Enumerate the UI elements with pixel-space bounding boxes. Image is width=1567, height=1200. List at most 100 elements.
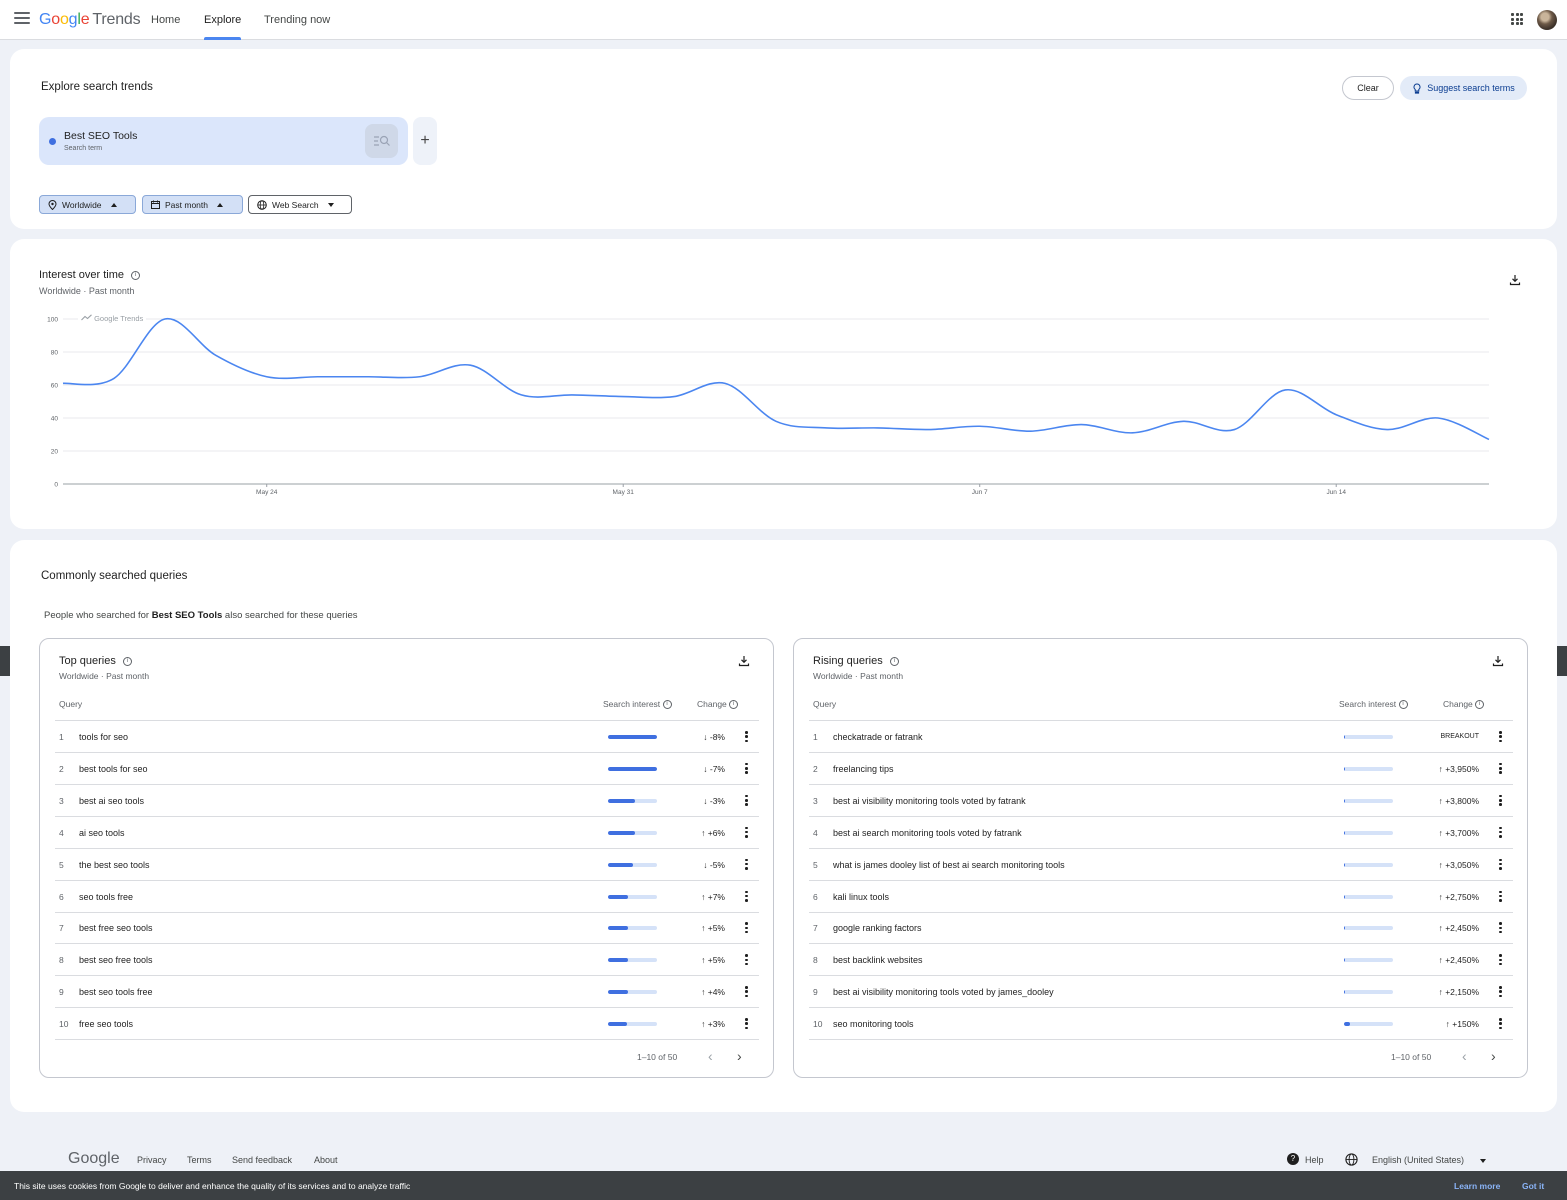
nav-home[interactable]: Home: [151, 0, 180, 40]
next-page-icon[interactable]: ›: [737, 1048, 742, 1064]
table-row[interactable]: 3 best ai visibility monitoring tools vot…: [809, 785, 1513, 817]
prev-page-icon[interactable]: ‹: [708, 1048, 713, 1064]
info-icon[interactable]: i: [131, 270, 141, 280]
avatar[interactable]: [1537, 10, 1557, 30]
row-query[interactable]: google ranking factors: [833, 923, 922, 933]
search-term-options-icon[interactable]: [365, 124, 398, 158]
row-query[interactable]: best backlink websites: [833, 955, 923, 965]
table-row[interactable]: 1 checkatrade or fatrank BREAKOUT: [809, 721, 1513, 753]
table-row[interactable]: 6 seo tools free ↑ +7%: [55, 881, 759, 913]
more-options-icon[interactable]: [745, 954, 748, 967]
clear-button[interactable]: Clear: [1342, 76, 1394, 100]
table-row[interactable]: 8 best seo free tools ↑ +5%: [55, 944, 759, 977]
side-panel-handle-left[interactable]: [0, 646, 10, 676]
table-row[interactable]: 1 tools for seo ↓ -8%: [55, 721, 759, 753]
table-row[interactable]: 10 free seo tools ↑ +3%: [55, 1008, 759, 1041]
more-options-icon[interactable]: [745, 794, 748, 808]
row-query[interactable]: ai seo tools: [79, 828, 125, 838]
table-row[interactable]: 2 freelancing tips ↑ +3,950%: [809, 753, 1513, 785]
table-row[interactable]: 7 google ranking factors ↑ +2,450%: [809, 912, 1513, 945]
row-query[interactable]: checkatrade or fatrank: [833, 732, 923, 742]
table-row[interactable]: 10 seo monitoring tools ↑ +150%: [809, 1008, 1513, 1041]
add-comparison-button[interactable]: +: [413, 117, 437, 165]
row-query[interactable]: what is james dooley list of best ai sea…: [833, 860, 1065, 870]
table-row[interactable]: 9 best seo tools free ↑ +4%: [55, 976, 759, 1009]
row-query[interactable]: freelancing tips: [833, 764, 894, 774]
table-row[interactable]: 6 kali linux tools ↑ +2,750%: [809, 881, 1513, 913]
more-options-icon[interactable]: [1499, 858, 1502, 872]
footer-about-link[interactable]: About: [314, 1155, 338, 1165]
more-options-icon[interactable]: [745, 858, 748, 872]
next-page-icon[interactable]: ›: [1491, 1048, 1496, 1064]
info-icon[interactable]: i: [729, 700, 739, 710]
info-icon[interactable]: i: [1398, 700, 1408, 710]
nav-explore[interactable]: Explore: [204, 0, 242, 40]
footer-send-feedback-link[interactable]: Send feedback: [232, 1155, 292, 1165]
row-query[interactable]: best ai search monitoring tools voted by…: [833, 828, 1022, 838]
row-query[interactable]: seo tools free: [79, 892, 133, 902]
more-options-icon[interactable]: [745, 890, 748, 904]
learn-more-link[interactable]: Learn more: [1454, 1181, 1500, 1191]
info-icon[interactable]: i: [662, 700, 672, 710]
row-query[interactable]: best free seo tools: [79, 923, 153, 933]
more-options-icon[interactable]: [745, 1018, 748, 1031]
row-query[interactable]: free seo tools: [79, 1019, 133, 1029]
more-options-icon[interactable]: [745, 986, 748, 999]
row-query[interactable]: the best seo tools: [79, 860, 150, 870]
row-query[interactable]: tools for seo: [79, 732, 128, 742]
more-options-icon[interactable]: [745, 922, 748, 935]
apps-grid-icon[interactable]: [1511, 13, 1523, 25]
language-selector[interactable]: English (United States): [1372, 1155, 1464, 1165]
row-query[interactable]: best seo free tools: [79, 955, 153, 965]
table-row[interactable]: 4 ai seo tools ↑ +6%: [55, 817, 759, 849]
table-row[interactable]: 5 the best seo tools ↓ -5%: [55, 849, 759, 881]
row-query[interactable]: kali linux tools: [833, 892, 889, 902]
more-options-icon[interactable]: [1499, 794, 1502, 808]
side-panel-handle-right[interactable]: [1557, 646, 1567, 676]
table-row[interactable]: 7 best free seo tools ↑ +5%: [55, 912, 759, 945]
google-trends-logo[interactable]: Google Trends: [39, 11, 141, 29]
more-options-icon[interactable]: [745, 826, 748, 840]
period-filter[interactable]: Past month: [142, 195, 243, 214]
download-icon[interactable]: [1492, 655, 1504, 667]
more-options-icon[interactable]: [1499, 731, 1502, 744]
more-options-icon[interactable]: [1499, 762, 1502, 776]
footer-privacy-link[interactable]: Privacy: [137, 1155, 167, 1165]
language-caret-icon[interactable]: [1480, 1159, 1486, 1163]
more-options-icon[interactable]: [1499, 986, 1502, 999]
more-options-icon[interactable]: [745, 731, 748, 744]
nav-trending-now[interactable]: Trending now: [264, 0, 330, 40]
row-query[interactable]: best seo tools free: [79, 987, 153, 997]
footer-google-logo[interactable]: Google: [68, 1150, 120, 1168]
suggest-search-terms-button[interactable]: Suggest search terms: [1400, 76, 1527, 100]
footer-terms-link[interactable]: Terms: [187, 1155, 212, 1165]
more-options-icon[interactable]: [1499, 826, 1502, 840]
region-filter[interactable]: Worldwide: [39, 195, 136, 214]
more-options-icon[interactable]: [1499, 954, 1502, 967]
table-row[interactable]: 8 best backlink websites ↑ +2,450%: [809, 944, 1513, 977]
more-options-icon[interactable]: [1499, 922, 1502, 935]
search-term-card[interactable]: Best SEO Tools Search term: [39, 117, 408, 165]
info-icon[interactable]: i: [889, 656, 899, 666]
download-icon[interactable]: [1509, 274, 1521, 286]
table-row[interactable]: 4 best ai search monitoring tools voted b…: [809, 817, 1513, 849]
more-options-icon[interactable]: [1499, 1018, 1502, 1031]
property-filter[interactable]: Web Search: [248, 195, 352, 214]
got-it-button[interactable]: Got it: [1522, 1181, 1544, 1191]
row-query[interactable]: best ai visibility monitoring tools vote…: [833, 987, 1054, 997]
row-query[interactable]: seo monitoring tools: [833, 1019, 914, 1029]
table-row[interactable]: 5 what is james dooley list of best ai se…: [809, 849, 1513, 881]
table-row[interactable]: 2 best tools for seo ↓ -7%: [55, 753, 759, 785]
more-options-icon[interactable]: [745, 762, 748, 776]
info-icon[interactable]: i: [122, 656, 132, 666]
prev-page-icon[interactable]: ‹: [1462, 1048, 1467, 1064]
table-row[interactable]: 9 best ai visibility monitoring tools vot…: [809, 976, 1513, 1009]
footer-help-link[interactable]: Help: [1305, 1155, 1324, 1165]
row-query[interactable]: best tools for seo: [79, 764, 148, 774]
help-icon[interactable]: ?: [1287, 1153, 1299, 1165]
row-query[interactable]: best ai visibility monitoring tools vote…: [833, 796, 1026, 806]
table-row[interactable]: 3 best ai seo tools ↓ -3%: [55, 785, 759, 817]
more-options-icon[interactable]: [1499, 890, 1502, 904]
info-icon[interactable]: i: [1475, 700, 1485, 710]
row-query[interactable]: best ai seo tools: [79, 796, 144, 806]
